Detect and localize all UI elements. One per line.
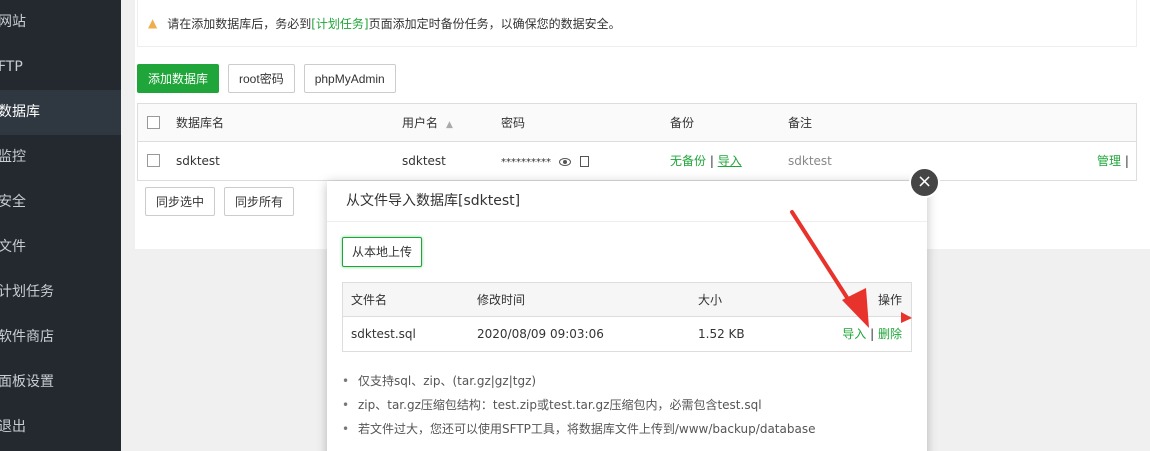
sidebar-item-label: 网站 [0, 14, 26, 30]
tip-item: zip、tar.gz压缩包结构：test.zip或test.tar.gz压缩包内… [342, 393, 912, 417]
sidebar-item-label: 安全 [0, 194, 26, 210]
row-db-name: sdktest [176, 154, 220, 168]
table-row: sdktest sdktest ********** 无备份 | 导入 sdkt… [138, 142, 1136, 180]
sidebar-item-settings[interactable]: 面板设置 [0, 360, 121, 405]
eye-icon[interactable] [559, 157, 571, 166]
col-password: 密码 [501, 116, 526, 130]
row-checkbox[interactable] [147, 154, 160, 167]
backup-status-link[interactable]: 无备份 [670, 154, 706, 168]
sort-asc-icon: ▲ [446, 120, 453, 130]
file-action-separator: | [866, 327, 878, 341]
sidebar: 网站 FTP 数据库 监控 安全 文件 计划任务 软件商店 面板设置 退出 [0, 0, 121, 451]
tip-item: 仅支持sql、zip、(tar.gz|gz|tgz) [342, 369, 912, 393]
close-icon: × [916, 171, 933, 192]
sidebar-item-files[interactable]: 文件 [0, 225, 121, 270]
file-table: 文件名 修改时间 大小 操作 sdktest.sql 2020/08/09 09… [342, 282, 912, 352]
notice-text-after: 页面添加定时备份任务，以确保您的数据安全。 [368, 16, 621, 31]
file-size: 1.52 KB [698, 327, 745, 341]
file-name: sdktest.sql [351, 327, 416, 341]
copy-icon[interactable] [580, 156, 589, 167]
sidebar-item-database[interactable]: 数据库 [0, 90, 121, 135]
sidebar-item-label: 计划任务 [0, 284, 54, 300]
file-row: sdktest.sql 2020/08/09 09:03:06 1.52 KB … [343, 317, 911, 351]
backup-separator: | [706, 154, 718, 168]
col-username-label: 用户名 [402, 116, 439, 130]
sidebar-item-label: 软件商店 [0, 329, 54, 345]
col-db-name: 数据库名 [176, 116, 225, 130]
sidebar-item-monitor[interactable]: 监控 [0, 135, 121, 180]
file-actions: 导入 | 删除 [842, 317, 902, 351]
db-toolbar: 添加数据库 root密码 phpMyAdmin [137, 64, 396, 93]
manage-link[interactable]: 管理 [1097, 154, 1121, 168]
add-database-button[interactable]: 添加数据库 [137, 64, 220, 93]
sidebar-item-label: 退出 [0, 419, 26, 435]
sidebar-item-ftp[interactable]: FTP [0, 45, 121, 90]
table-header-row: 数据库名 用户名 ▲ 密码 备份 备注 [138, 104, 1136, 142]
row-backup: 无备份 | 导入 [670, 142, 742, 180]
close-dialog-button[interactable]: × [909, 167, 940, 198]
sidebar-item-store[interactable]: 软件商店 [0, 315, 121, 360]
warning-icon: ▲ [148, 16, 158, 30]
sidebar-item-label: FTP [0, 59, 23, 75]
file-table-header: 文件名 修改时间 大小 操作 [343, 283, 911, 317]
select-all-checkbox[interactable] [147, 116, 160, 129]
tip-item: 若文件过大，您还可以使用SFTP工具，将数据库文件上传到/www/backup/… [342, 417, 912, 441]
import-tips: 仅支持sql、zip、(tar.gz|gz|tgz) zip、tar.gz压缩包… [342, 369, 912, 441]
sync-all-button[interactable]: 同步所有 [224, 187, 295, 216]
sidebar-item-label: 面板设置 [0, 374, 54, 390]
upload-local-button[interactable]: 从本地上传 [342, 237, 423, 267]
password-mask: ********** [501, 157, 551, 168]
file-mtime: 2020/08/09 09:03:06 [477, 327, 604, 341]
sidebar-item-website[interactable]: 网站 [0, 0, 121, 45]
dialog-title: 从文件导入数据库[sdktest] [327, 181, 927, 222]
row-actions: 管理 | [1097, 142, 1129, 180]
import-dialog: 从文件导入数据库[sdktest] 从本地上传 文件名 修改时间 大小 操作 s… [327, 181, 927, 451]
col-ops: 操作 [877, 293, 902, 307]
sidebar-item-label: 数据库 [0, 104, 40, 120]
col-mtime: 修改时间 [477, 293, 526, 307]
col-note: 备注 [788, 116, 813, 130]
backup-notice: ▲ 请在添加数据库后，务必到 [计划任务] 页面添加定时备份任务，以确保您的数据… [137, 0, 1137, 47]
row-username: sdktest [402, 154, 446, 168]
sync-selected-button[interactable]: 同步选中 [145, 187, 216, 216]
sidebar-item-label: 文件 [0, 239, 26, 255]
file-delete-link[interactable]: 删除 [878, 327, 902, 341]
col-username[interactable]: 用户名 ▲ [402, 104, 453, 142]
actions-separator: | [1121, 154, 1129, 168]
sidebar-item-label: 监控 [0, 149, 26, 165]
cron-task-link[interactable]: [计划任务] [311, 15, 368, 32]
database-table: 数据库名 用户名 ▲ 密码 备份 备注 sdktest sdktest *****… [137, 103, 1137, 181]
sidebar-item-security[interactable]: 安全 [0, 180, 121, 225]
row-note[interactable]: sdktest [788, 142, 832, 180]
file-import-link[interactable]: 导入 [842, 327, 866, 341]
col-size: 大小 [698, 293, 723, 307]
sidebar-item-cron[interactable]: 计划任务 [0, 270, 121, 315]
root-password-button[interactable]: root密码 [228, 64, 295, 93]
row-password: ********** [501, 142, 589, 180]
sync-toolbar: 同步选中 同步所有 [145, 187, 295, 216]
col-backup: 备份 [670, 116, 695, 130]
notice-text-before: 请在添加数据库后，务必到 [167, 16, 312, 31]
col-filename: 文件名 [351, 293, 388, 307]
sidebar-item-logout[interactable]: 退出 [0, 405, 121, 450]
import-link[interactable]: 导入 [718, 154, 742, 168]
phpmyadmin-button[interactable]: phpMyAdmin [303, 64, 396, 93]
